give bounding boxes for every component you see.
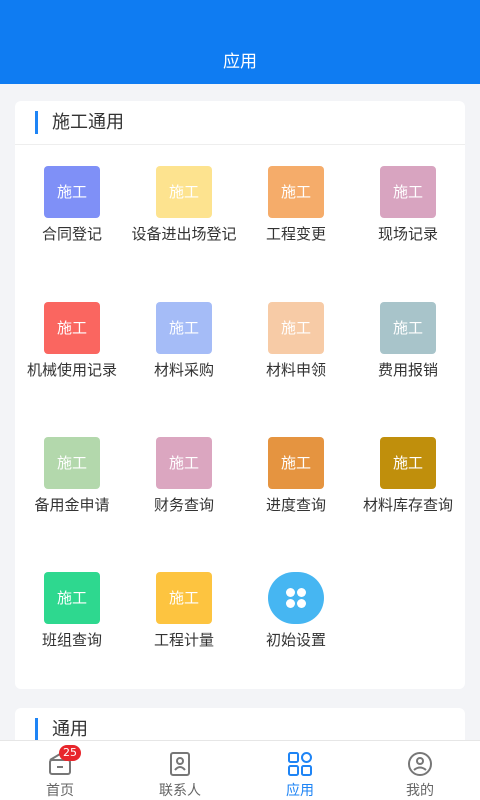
page-title: 应用 — [223, 52, 257, 72]
app-label: 材料库存查询 — [362, 496, 453, 514]
app-material-purchase[interactable]: 施工 材料采购 — [128, 302, 240, 380]
tab-label: 首页 — [46, 783, 74, 799]
app-header: 应用 — [0, 0, 480, 84]
app-label: 工程计量 — [153, 631, 214, 649]
app-tile-icon: 施工 — [156, 302, 212, 354]
app-machine-usage[interactable]: 施工 机械使用记录 — [16, 302, 128, 380]
section-accent-bar — [35, 718, 38, 741]
app-expense-claim[interactable]: 施工 费用报销 — [352, 302, 464, 380]
tab-label: 联系人 — [159, 783, 201, 799]
app-label: 合同登记 — [41, 225, 102, 243]
app-petty-cash[interactable]: 施工 备用金申请 — [16, 437, 128, 515]
app-contract-register[interactable]: 施工 合同登记 — [16, 166, 128, 244]
app-label: 备用金申请 — [34, 496, 110, 514]
app-inventory-query[interactable]: 施工 材料库存查询 — [352, 437, 464, 515]
tab-profile[interactable]: 我的 — [360, 741, 480, 800]
app-label: 班组查询 — [41, 631, 102, 649]
app-tile-icon: 施工 — [380, 302, 436, 354]
section-header: 施工通用 — [15, 101, 465, 145]
app-engineering-measure[interactable]: 施工 工程计量 — [128, 572, 240, 650]
app-equipment-register[interactable]: 施工 设备进出场登记 — [128, 166, 240, 244]
section-title: 施工通用 — [52, 112, 124, 133]
tab-apps[interactable]: 应用 — [240, 741, 360, 800]
app-label: 财务查询 — [153, 496, 214, 514]
app-tile-icon: 施工 — [380, 166, 436, 218]
app-finance-query[interactable]: 施工 财务查询 — [128, 437, 240, 515]
section-construction: 施工通用 施工 合同登记 施工 设备进出场登记 施工 工程变更 施工 现场记录 … — [15, 101, 465, 689]
section-title: 通用 — [52, 719, 88, 740]
app-label: 现场记录 — [377, 225, 438, 243]
app-tile-icon: 施工 — [44, 166, 100, 218]
tab-home[interactable]: 25 首页 — [0, 741, 120, 800]
app-label: 初始设置 — [265, 631, 326, 649]
app-tile-icon: 施工 — [268, 302, 324, 354]
tab-contacts[interactable]: 联系人 — [120, 741, 240, 800]
app-progress-query[interactable]: 施工 进度查询 — [240, 437, 352, 515]
app-tile-icon: 施工 — [44, 437, 100, 489]
notification-badge: 25 — [59, 745, 81, 761]
profile-icon — [407, 751, 433, 777]
app-initial-settings[interactable]: 初始设置 — [240, 572, 352, 650]
app-label: 进度查询 — [265, 496, 326, 514]
app-tile-icon: 施工 — [156, 166, 212, 218]
apps-grid-icon — [287, 751, 313, 777]
app-tile-icon: 施工 — [156, 572, 212, 624]
app-material-request[interactable]: 施工 材料申领 — [240, 302, 352, 380]
tab-label: 应用 — [286, 783, 314, 799]
bottom-tab-bar: 25 首页 联系人 应用 我的 — [0, 740, 480, 800]
home-icon: 25 — [47, 745, 81, 777]
app-tile-icon: 施工 — [156, 437, 212, 489]
app-tile-icon: 施工 — [268, 166, 324, 218]
app-team-query[interactable]: 施工 班组查询 — [16, 572, 128, 650]
app-label: 机械使用记录 — [26, 361, 117, 379]
section-accent-bar — [35, 111, 38, 134]
app-site-record[interactable]: 施工 现场记录 — [352, 166, 464, 244]
tab-label: 我的 — [406, 783, 434, 799]
contacts-icon — [167, 751, 193, 777]
app-tile-icon: 施工 — [380, 437, 436, 489]
app-label: 费用报销 — [377, 361, 438, 379]
app-label: 材料申领 — [265, 361, 326, 379]
app-engineering-change[interactable]: 施工 工程变更 — [240, 166, 352, 244]
app-label: 材料采购 — [153, 361, 214, 379]
app-label: 设备进出场登记 — [131, 225, 237, 243]
app-tile-icon: 施工 — [44, 572, 100, 624]
app-tile-icon: 施工 — [268, 437, 324, 489]
app-label: 工程变更 — [265, 225, 326, 243]
settings-dots-icon — [268, 572, 324, 624]
app-tile-icon: 施工 — [44, 302, 100, 354]
